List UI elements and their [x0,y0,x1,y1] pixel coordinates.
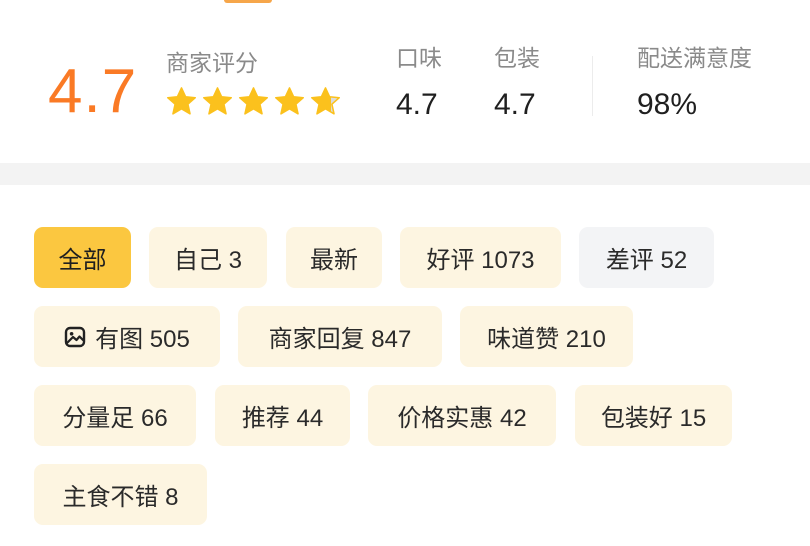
metric-taste: 口味 4.7 [396,44,442,123]
star-filled-icon [166,87,197,115]
overall-score: 4.7 [48,57,138,126]
tag-negative[interactable]: 差评 52 [579,227,714,288]
star-filled-icon [202,87,233,115]
metric-divider [592,56,593,116]
tag-label: 价格实惠 42 [397,405,527,432]
tag-label: 味道赞 210 [487,326,606,353]
tag-good-price[interactable]: 价格实惠 42 [368,385,556,446]
tag-label: 主食不错 8 [62,484,179,511]
metric-delivery-label: 配送满意度 [637,45,752,71]
metric-delivery-value: 98% [637,88,698,121]
tag-positive[interactable]: 好评 1073 [400,227,561,288]
star-partial-icon [310,87,341,115]
star-filled-icon [274,87,305,115]
tag-with-photo[interactable]: 有图 505 [34,306,220,367]
tag-label: 商家回复 847 [268,326,412,353]
metric-packaging: 包装 4.7 [494,44,540,123]
tag-latest[interactable]: 最新 [286,227,382,288]
shop-rating-label: 商家评分 [166,50,258,76]
tag-label: 有图 505 [95,326,190,353]
tag-label: 包装好 15 [600,405,707,432]
tag-mine[interactable]: 自己 3 [149,227,267,288]
tag-good-taste[interactable]: 味道赞 210 [460,306,633,367]
tag-label: 差评 52 [605,247,688,274]
tag-label: 最新 [310,247,358,274]
metric-taste-label: 口味 [396,45,442,71]
star-filled-icon [238,87,269,115]
tag-label: 自己 3 [173,247,242,274]
tag-good-staple[interactable]: 主食不错 8 [34,464,207,525]
tag-all[interactable]: 全部 [34,227,131,288]
tag-label: 分量足 66 [62,405,168,432]
metric-packaging-label: 包装 [494,45,540,71]
tag-recommend[interactable]: 推荐 44 [215,385,350,446]
tag-generous-portion[interactable]: 分量足 66 [34,385,196,446]
metric-delivery: 配送满意度 98% [637,44,752,123]
tag-merchant-reply[interactable]: 商家回复 847 [238,306,442,367]
star-rating [166,86,341,118]
tag-label: 好评 1073 [426,247,535,274]
tag-label: 推荐 44 [241,405,324,432]
tag-label: 全部 [58,247,107,274]
metric-taste-value: 4.7 [396,88,438,121]
rating-summary: 4.7 商家评分 口味 4.7 包装 4.7 配送满意度 98% [0,0,810,160]
metric-packaging-value: 4.7 [494,88,536,121]
section-separator [0,163,810,185]
image-icon [64,326,86,347]
tag-good-packaging[interactable]: 包装好 15 [575,385,732,446]
